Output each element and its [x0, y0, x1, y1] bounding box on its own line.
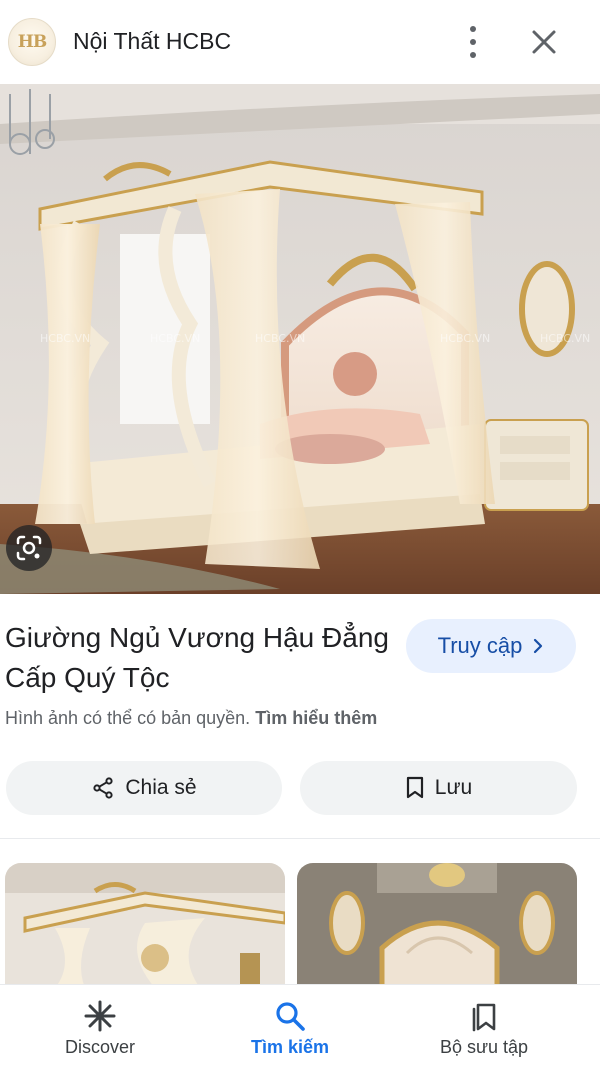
- share-button[interactable]: Chia sẻ: [6, 761, 282, 815]
- copyright-notice: Hình ảnh có thể có bản quyền. Tìm hiểu t…: [5, 708, 377, 729]
- svg-text:HCBC.VN: HCBC.VN: [440, 332, 490, 345]
- save-button[interactable]: Lưu: [300, 761, 577, 815]
- related-bed-image: [5, 863, 285, 988]
- site-logo[interactable]: HB: [8, 18, 56, 66]
- nav-collections[interactable]: Bộ sưu tập: [384, 985, 584, 1069]
- result-title: Giường Ngủ Vương Hậu Đẳng Cấp Quý Tộc: [5, 622, 389, 693]
- related-image-1[interactable]: [5, 863, 285, 988]
- nav-search[interactable]: Tìm kiếm: [190, 985, 390, 1069]
- site-name[interactable]: Nội Thất HCBC: [73, 28, 231, 55]
- result-image[interactable]: HCBC.VN HCBC.VN HCBC.VN HCBC.VN HCBC.VN: [0, 84, 600, 594]
- visit-button[interactable]: Truy cập: [406, 619, 576, 673]
- bookmark-icon: [406, 776, 423, 799]
- lens-icon: [16, 535, 42, 561]
- svg-text:HCBC.VN: HCBC.VN: [150, 332, 200, 345]
- related-room-image: [297, 863, 577, 988]
- nav-collections-label: Bộ sưu tập: [439, 1037, 529, 1057]
- nav-discover-label: Discover: [64, 1037, 135, 1057]
- chevron-right-icon: [534, 638, 543, 654]
- more-vert-icon: [470, 26, 476, 32]
- nav-discover[interactable]: Discover: [0, 985, 200, 1069]
- nav-search-label: Tìm kiếm: [250, 1037, 330, 1057]
- collections-icon: [472, 1003, 496, 1032]
- share-label: Chia sẻ: [125, 776, 197, 799]
- bottom-navigation: Discover Tìm kiếm Bộ sưu tập: [0, 984, 600, 1069]
- divider: [0, 838, 600, 839]
- asterisk-icon: [84, 1000, 116, 1032]
- canopy-bed-image: HCBC.VN HCBC.VN HCBC.VN HCBC.VN HCBC.VN: [0, 84, 600, 594]
- close-button[interactable]: [528, 26, 560, 58]
- related-image-2[interactable]: [297, 863, 577, 988]
- search-icon: [276, 1002, 305, 1031]
- more-options-button[interactable]: [460, 26, 486, 58]
- header-bar: HB Nội Thất HCBC: [0, 0, 600, 85]
- google-lens-button[interactable]: [6, 525, 52, 571]
- learn-more-link[interactable]: Tìm hiểu thêm: [255, 708, 377, 728]
- site-logo-text: HB: [17, 32, 47, 52]
- svg-text:HCBC.VN: HCBC.VN: [540, 332, 590, 345]
- copyright-text: Hình ảnh có thể có bản quyền.: [5, 708, 251, 728]
- share-icon: [93, 777, 113, 799]
- svg-text:HCBC.VN: HCBC.VN: [255, 332, 305, 345]
- save-label: Lưu: [434, 776, 473, 799]
- close-icon: [532, 30, 556, 54]
- visit-label: Truy cập: [437, 633, 523, 658]
- watermark-text: HCBC.VN: [40, 332, 90, 345]
